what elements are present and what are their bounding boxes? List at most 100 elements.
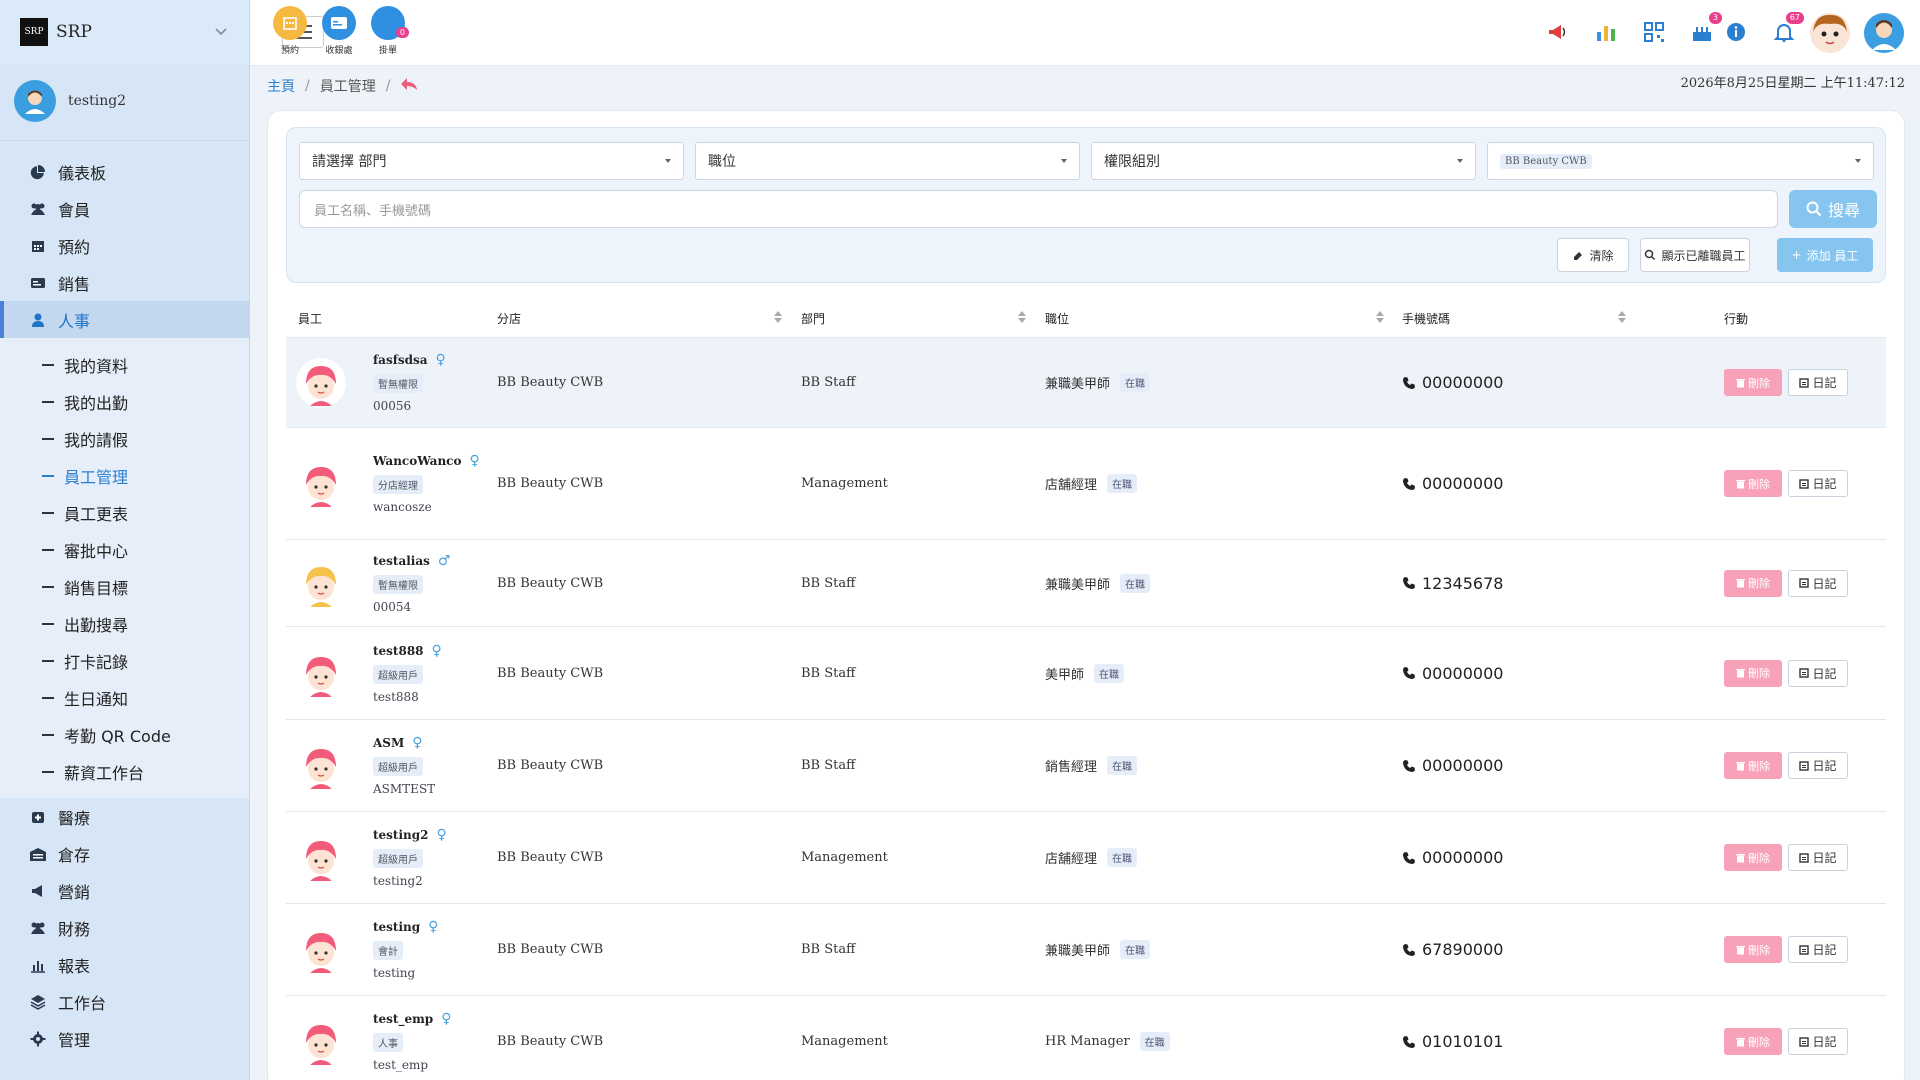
employee-id: 00054 (373, 599, 412, 614)
log-button[interactable]: 日記 (1788, 369, 1848, 396)
submenu-item[interactable]: 我的出勤 (0, 383, 249, 420)
user-avatar[interactable] (1863, 12, 1905, 54)
header-department[interactable]: 部門 (801, 299, 825, 337)
table-row[interactable]: testalias ♂ 暫無權限 00054 BB Beauty CWB BB Staff… (286, 539, 1886, 626)
submenu-item[interactable]: 我的請假 (0, 420, 249, 457)
employee-name[interactable]: testalias (373, 554, 430, 568)
submenu-item[interactable]: 我的資料 (0, 346, 249, 383)
bell-icon[interactable]: 67 (1770, 12, 1804, 46)
megaphone-icon[interactable] (1544, 18, 1572, 46)
table-row[interactable]: ASM ♀ 超級用戶 ASMTEST BB Beauty CWB BB Staff 銷售經理… (286, 719, 1886, 811)
employee-name[interactable]: test_emp (373, 1012, 433, 1026)
users-icon (28, 199, 48, 219)
employee-id: 00056 (373, 399, 412, 413)
delete-button[interactable]: 刪除 (1724, 752, 1782, 779)
delete-button[interactable]: 刪除 (1724, 659, 1782, 687)
chevron-down-icon[interactable] (213, 24, 229, 40)
qr-code-icon[interactable] (1640, 18, 1668, 46)
log-button[interactable]: 日記 (1788, 659, 1848, 687)
status-badge: 在職 (1094, 663, 1125, 683)
quick-link[interactable]: 0 掛單 (363, 6, 413, 56)
sidebar-item-6[interactable]: 管理 (0, 1020, 249, 1057)
table-row[interactable]: test_emp ♀ 人事 test_emp BB Beauty CWB Manageme… (286, 995, 1886, 1080)
department-select[interactable]: 請選擇 部門 (299, 142, 684, 180)
sidebar-item-0[interactable]: 醫療 (0, 798, 249, 835)
submenu-item-label: 審批中心 (64, 541, 129, 561)
submenu-item[interactable]: 員工更表 (0, 494, 249, 531)
table-row[interactable]: fasfsdsa ♀ 暫無權限 00056 BB Beauty CWB BB Staff 兼… (286, 337, 1886, 427)
table-row[interactable]: WancoWanco ♀ 分店經理 wancosze BB Beauty CWB Mana… (286, 427, 1886, 539)
user-profile[interactable]: testing2 (0, 64, 249, 141)
sidebar-item-4[interactable]: 人事 (0, 301, 249, 338)
log-button[interactable]: 日記 (1788, 844, 1848, 871)
position-select[interactable]: 職位 (695, 142, 1080, 180)
sidebar-item-1[interactable]: 倉存 (0, 835, 249, 872)
branch-select[interactable]: BB Beauty CWB (1487, 142, 1874, 180)
header-phone[interactable]: 手機號碼 (1402, 299, 1450, 337)
table-row[interactable]: test888 ♀ 超級用戶 test888 BB Beauty CWB BB Staff… (286, 626, 1886, 719)
sort-icon[interactable] (1618, 311, 1626, 325)
bar-chart-icon[interactable] (1592, 18, 1620, 46)
log-button[interactable]: 日記 (1788, 936, 1848, 963)
sort-icon[interactable] (1018, 311, 1026, 325)
submenu-item[interactable]: 薪資工作台 (0, 753, 249, 790)
submenu-item[interactable]: 出勤搜尋 (0, 605, 249, 642)
search-button[interactable]: 搜尋 (1789, 190, 1877, 228)
employee-name[interactable]: test888 (373, 644, 424, 658)
employee-avatar (296, 925, 346, 975)
sidebar-item-1[interactable]: 會員 (0, 190, 249, 227)
submenu-item[interactable]: 審批中心 (0, 531, 249, 568)
department-select-label: 請選擇 部門 (312, 154, 387, 170)
delete-button[interactable]: 刪除 (1724, 936, 1782, 963)
sidebar-item-label: 儀表板 (58, 163, 107, 183)
employee-name[interactable]: WancoWanco (373, 454, 462, 468)
sidebar-item-0[interactable]: 儀表板 (0, 153, 249, 190)
submenu-item[interactable]: 員工管理 (0, 457, 249, 494)
permission-select[interactable]: 權限組別 (1091, 142, 1476, 180)
submenu-item[interactable]: 生日通知 (0, 679, 249, 716)
employee-name[interactable]: testing (373, 920, 420, 934)
quick-link[interactable]: 預約 (265, 6, 315, 56)
submenu-item[interactable]: 考勤 QR Code (0, 716, 249, 753)
phone-cell: 00000000 (1402, 627, 1503, 719)
table-row[interactable]: testing2 ♀ 超級用戶 testing2 BB Beauty CWB Manage… (286, 811, 1886, 903)
sidebar-item-3[interactable]: 銷售 (0, 264, 249, 301)
delete-button[interactable]: 刪除 (1724, 844, 1782, 871)
sidebar-item-5[interactable]: 工作台 (0, 983, 249, 1020)
employee-name[interactable]: ASM (373, 736, 404, 750)
delete-button[interactable]: 刪除 (1724, 569, 1782, 597)
clear-button[interactable]: 清除 (1557, 238, 1629, 272)
header-position[interactable]: 職位 (1045, 299, 1069, 337)
delete-button[interactable]: 刪除 (1724, 369, 1782, 396)
delete-button[interactable]: 刪除 (1724, 1028, 1782, 1055)
cake-icon[interactable]: 3 (1688, 12, 1722, 46)
sidebar-item-2[interactable]: 預約 (0, 227, 249, 264)
quick-link-badge: 0 (395, 27, 409, 38)
sort-icon[interactable] (774, 311, 782, 325)
sidebar-item-4[interactable]: 報表 (0, 946, 249, 983)
doll-avatar[interactable] (1809, 12, 1851, 54)
sidebar-item-3[interactable]: 財務 (0, 909, 249, 946)
sidebar-item-2[interactable]: 營銷 (0, 872, 249, 909)
header-branch[interactable]: 分店 (497, 299, 521, 337)
back-icon[interactable] (400, 77, 418, 95)
submenu-item-label: 員工管理 (64, 467, 129, 487)
brand-bar[interactable]: SRP SRP (0, 0, 249, 64)
search-input[interactable]: 員工名稱、手機號碼 (299, 190, 1778, 228)
employee-name[interactable]: fasfsdsa (373, 353, 428, 367)
log-button[interactable]: 日記 (1788, 470, 1848, 497)
employee-name[interactable]: testing2 (373, 828, 429, 842)
submenu-item[interactable]: 銷售目標 (0, 568, 249, 605)
show-resigned-button[interactable]: 顯示已離職員工 (1640, 238, 1750, 272)
delete-button[interactable]: 刪除 (1724, 470, 1782, 497)
breadcrumb-home[interactable]: 主頁 (267, 76, 295, 96)
submenu-item[interactable]: 打卡記錄 (0, 642, 249, 679)
log-button[interactable]: 日記 (1788, 752, 1848, 779)
log-button[interactable]: 日記 (1788, 1028, 1848, 1055)
add-employee-button[interactable]: + 添加 員工 (1777, 238, 1873, 272)
log-button[interactable]: 日記 (1788, 569, 1848, 597)
table-row[interactable]: testing ♀ 會計 testing BB Beauty CWB BB Staff 兼職… (286, 903, 1886, 995)
quick-link[interactable]: 收銀處 (314, 6, 364, 56)
sort-icon[interactable] (1376, 311, 1384, 325)
info-icon[interactable] (1722, 18, 1750, 46)
